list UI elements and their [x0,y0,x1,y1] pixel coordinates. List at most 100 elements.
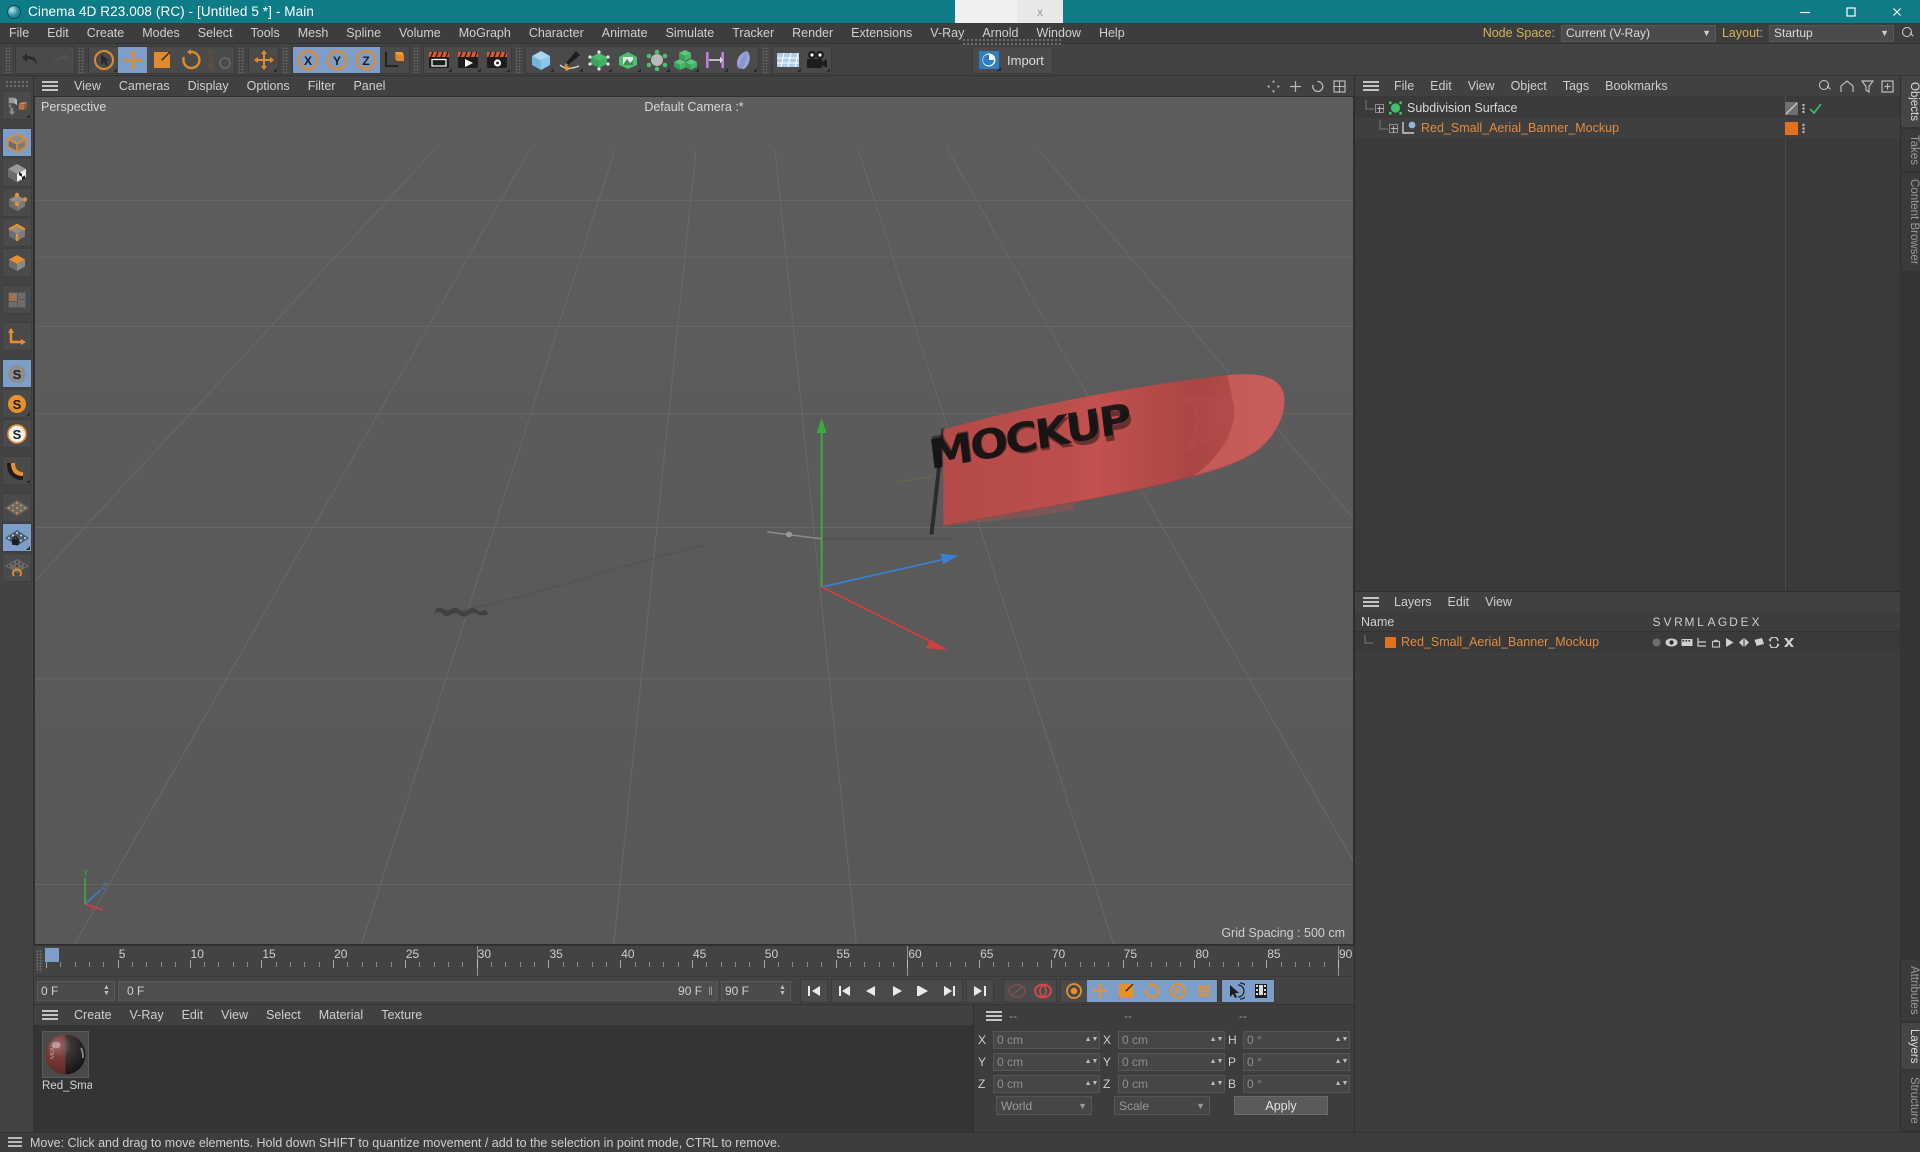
stepper-icon[interactable]: ▲▼ [1335,1033,1349,1047]
planar-workplane-icon[interactable] [1,553,32,582]
search-icon[interactable] [1817,78,1833,94]
camera-icon[interactable] [802,47,831,73]
toolbar-grip[interactable] [515,46,522,73]
material-menu-material[interactable]: Material [310,1005,372,1025]
viewport-3d[interactable]: Perspective Default Camera :* MOCKUP MOC… [34,96,1354,945]
psr-icon[interactable]: PSR [205,47,234,73]
deformer-icon[interactable] [613,47,642,73]
menu-item-extensions[interactable]: Extensions [842,23,921,44]
timeline-grip[interactable] [36,950,43,972]
generator-nurbs-icon[interactable] [584,47,613,73]
viewport-menu-panel[interactable]: Panel [344,76,394,96]
range-end-field[interactable]: 90 F ▲ ▼ [721,980,791,1001]
scene-nodes-icon[interactable] [700,47,729,73]
menu-item-create[interactable]: Create [78,23,134,44]
tab-attributes[interactable]: Attributes [1900,960,1920,1021]
rotate-view-icon[interactable] [1311,80,1324,93]
render-toggle-icon[interactable] [1681,637,1693,648]
toolbar-grip[interactable] [78,46,85,73]
x-axis-lock-icon[interactable]: X [293,46,322,73]
coord-pos-z-field[interactable]: 0 cm ▲▼ [993,1074,1100,1093]
object-menu-object[interactable]: Object [1503,76,1555,96]
stepper-icon[interactable]: ▲▼ [1210,1033,1224,1047]
left-toolbar-grip[interactable] [4,80,29,88]
object-row-banner-mockup[interactable]: Red_Small_Aerial_Banner_Mockup [1355,118,1900,138]
dots-icon[interactable] [1801,102,1806,115]
range-handle-icon[interactable]: ‖ [708,984,713,998]
rotation-key-icon[interactable] [1139,979,1165,1002]
layout-select[interactable]: Startup ▼ [1769,24,1894,42]
timeline-ruler[interactable]: 051015202530354045505560657075808590 [34,945,1354,976]
apply-button[interactable]: Apply [1234,1096,1328,1115]
render-to-picture-viewer-icon[interactable] [453,47,482,73]
scale-view-icon[interactable] [1289,80,1302,93]
menu-item-volume[interactable]: Volume [390,23,450,44]
undo-arrow-icon[interactable] [16,47,45,73]
coord-size-x-field[interactable]: 0 cm ▲▼ [1118,1030,1225,1049]
viewport-menu-icon[interactable] [42,80,58,92]
next-key-button[interactable] [936,980,962,1002]
current-frame-field[interactable]: 0 F ▲ ▼ [37,980,115,1001]
stepper-icon[interactable]: ▲▼ [102,984,111,998]
object-menu-bookmarks[interactable]: Bookmarks [1597,76,1676,96]
tab-content-browser[interactable]: Content Browser [1900,173,1920,271]
generator-toggle-icon[interactable] [1738,637,1750,648]
minimize-button[interactable] [1782,0,1828,23]
polygon-mode-icon[interactable] [1,248,32,277]
texture-mode-icon[interactable] [1,158,32,187]
tab-structure[interactable]: Structure [1900,1071,1920,1130]
filter-icon[interactable] [1861,79,1874,93]
timeline-icon[interactable] [1248,979,1274,1002]
menu-item-render[interactable]: Render [783,23,842,44]
animation-toggle-icon[interactable] [1724,637,1735,648]
go-to-start-button[interactable] [801,980,827,1002]
solo-toggle-icon[interactable] [1651,637,1662,648]
search-icon[interactable] [1900,25,1916,41]
object-manager-menu-icon[interactable] [1363,80,1379,92]
object-tree[interactable]: Subdivision Surface Red_Small_Aerial_Ban… [1355,96,1900,591]
mograph-cloner-icon[interactable] [671,47,700,73]
model-mode-icon[interactable] [1,128,32,157]
world-object-axis-icon[interactable] [380,47,409,73]
material-menu-vray[interactable]: V-Ray [121,1005,173,1025]
menu-item-tools[interactable]: Tools [242,23,289,44]
close-button[interactable] [1874,0,1920,23]
manager-toggle-icon[interactable] [1696,637,1708,648]
scale-key-icon[interactable] [1113,979,1139,1002]
menu-item-mesh[interactable]: Mesh [289,23,338,44]
menu-item-animate[interactable]: Animate [593,23,657,44]
viewport-menu-filter[interactable]: Filter [299,76,345,96]
previous-key-button[interactable] [832,980,858,1002]
visible-eye-icon[interactable] [1665,637,1678,648]
move-tool-icon[interactable] [118,46,147,73]
spline-pen-icon[interactable] [555,47,584,73]
dynamics-icon[interactable] [729,47,758,73]
object-menu-edit[interactable]: Edit [1422,76,1460,96]
status-menu-icon[interactable] [8,1137,22,1148]
animation-mode-icon[interactable] [1222,979,1248,1002]
record-active-objects-icon[interactable] [1030,980,1056,1002]
object-menu-file[interactable]: File [1386,76,1422,96]
uv-mode-icon[interactable] [1,285,32,314]
viewport-menu-cameras[interactable]: Cameras [110,76,179,96]
coord-rot-p-field[interactable]: 0 ° ▲▼ [1243,1052,1350,1071]
stepper-icon[interactable]: ▲▼ [1335,1055,1349,1069]
scale-tool-icon[interactable] [147,47,176,73]
step-back-button[interactable] [858,980,884,1002]
expression-toggle-icon[interactable] [1768,636,1780,648]
stepper-icon[interactable]: ▲▼ [1085,1055,1099,1069]
coordinate-mode-select[interactable]: Scale ▼ [1114,1096,1210,1115]
coordinate-space-select[interactable]: World ▼ [996,1096,1092,1115]
menu-item-character[interactable]: Character [520,23,593,44]
magnet-tool-icon[interactable] [1,456,32,485]
move-duplicate-icon[interactable] [249,47,278,73]
position-key-icon[interactable] [1087,979,1113,1002]
tab-objects[interactable]: Objects [1900,76,1920,127]
coord-pos-y-field[interactable]: 0 cm ▲▼ [993,1052,1100,1071]
coord-size-y-field[interactable]: 0 cm ▲▼ [1118,1052,1225,1071]
layer-row[interactable]: Red_Small_Aerial_Banner_Mockup [1355,632,1900,652]
layer-menu-layers[interactable]: Layers [1386,592,1440,612]
maximize-button[interactable] [1828,0,1874,23]
axis-mode-icon[interactable] [1,322,32,351]
stepper-icon[interactable]: ▲▼ [1335,1077,1349,1091]
